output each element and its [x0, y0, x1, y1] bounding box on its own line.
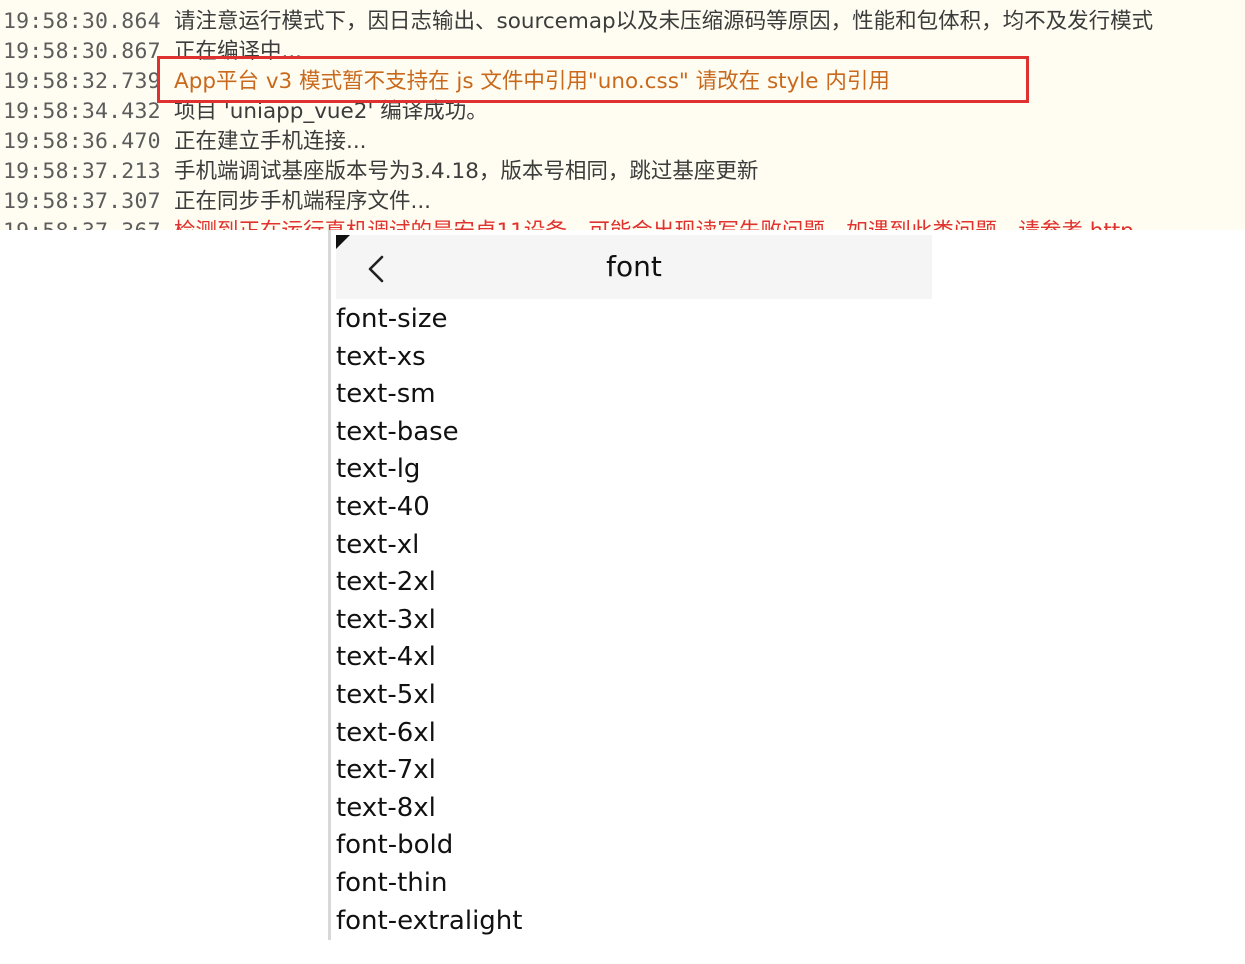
list-item: text-base — [336, 416, 459, 447]
log-timestamp: 19:58:30.864 — [3, 9, 161, 34]
list-item: text-xl — [336, 529, 420, 560]
list-item: font-size — [336, 304, 448, 334]
list-item: text-40 — [336, 491, 430, 522]
list-item: text-8xl — [336, 792, 436, 823]
log-message: 正在同步手机端程序文件... — [174, 189, 432, 214]
back-button[interactable] — [358, 249, 398, 289]
nav-title: font — [606, 250, 662, 283]
phone-screen-edge — [328, 230, 331, 940]
list-item: font-bold — [336, 830, 454, 861]
log-timestamp: 19:58:37.307 — [3, 189, 161, 214]
log-timestamp: 19:58:32.739 — [3, 69, 161, 94]
list-item: text-lg — [336, 454, 421, 485]
warning-highlight-box — [157, 56, 1029, 103]
corner-mark — [336, 235, 350, 249]
log-timestamp: 19:58:37.213 — [3, 159, 161, 184]
log-error-message: 检测到正在运行真机调试的是安卓11设备，可能会出现读写失败问题，如遇到此类问题，… — [174, 217, 1134, 230]
list-item: text-5xl — [336, 679, 436, 710]
class-list: font-size text-xs text-sm text-base text… — [336, 301, 522, 940]
log-timestamp: 19:58:34.432 — [3, 99, 161, 124]
log-message: 请注意运行模式下，因日志输出、sourcemap以及未压缩源码等原因，性能和包体… — [174, 9, 1154, 34]
list-item: text-4xl — [336, 642, 436, 673]
list-item: text-sm — [336, 379, 436, 410]
list-item: text-6xl — [336, 717, 436, 748]
list-item: font-thin — [336, 867, 448, 898]
navigation-bar: font — [336, 235, 932, 299]
list-item: text-3xl — [336, 604, 436, 635]
log-timestamp: 19:58:37.367 — [3, 217, 161, 230]
list-item: text-2xl — [336, 567, 436, 598]
console-output: 19:58:30.864 请注意运行模式下，因日志输出、sourcemap以及未… — [0, 0, 1245, 230]
list-item: font-extralight — [336, 905, 523, 936]
list-item: text-7xl — [336, 755, 436, 786]
chevron-left-icon — [368, 255, 384, 283]
log-message: 正在建立手机连接... — [174, 129, 367, 154]
list-item: text-xs — [336, 341, 426, 372]
phone-screen: font font-size text-xs text-sm text-base… — [328, 230, 932, 964]
log-timestamp: 19:58:30.867 — [3, 39, 161, 64]
log-timestamp: 19:58:36.470 — [3, 129, 161, 154]
log-message: 手机端调试基座版本号为3.4.18，版本号相同，跳过基座更新 — [174, 159, 759, 184]
